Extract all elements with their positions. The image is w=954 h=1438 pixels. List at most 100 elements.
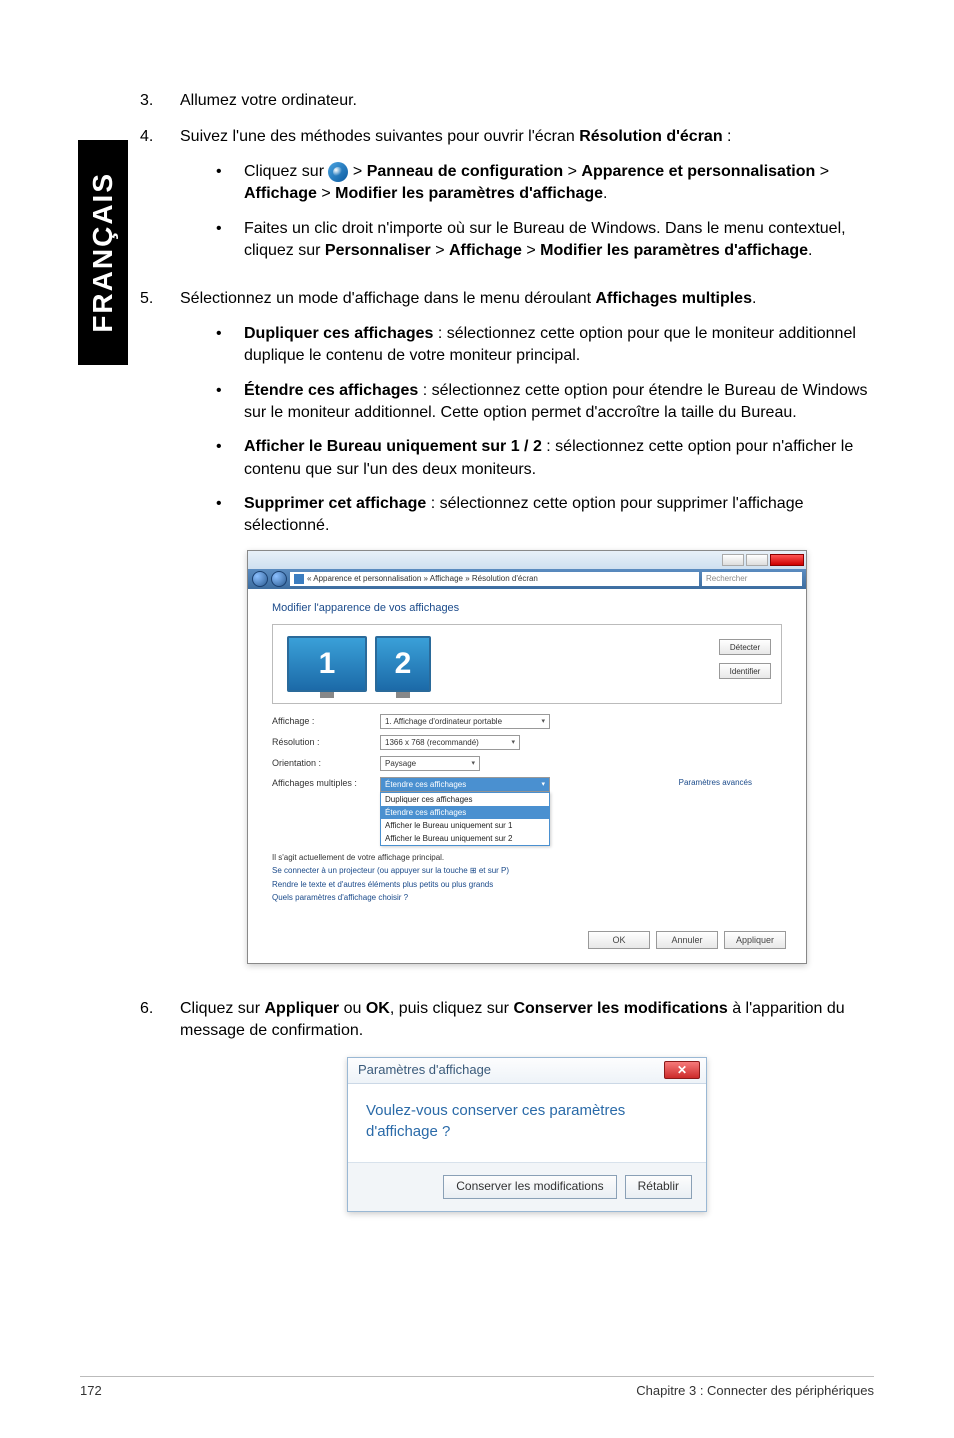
text: Apparence et personnalisation: [581, 163, 815, 180]
row-resolution: Résolution : 1366 x 768 (recommandé) ▾: [272, 735, 782, 750]
chevron-down-icon: ▾: [541, 717, 545, 727]
address-bar[interactable]: « Apparence et personnalisation » Affich…: [290, 572, 699, 586]
link-which[interactable]: Quels paramètres d'affichage choisir ?: [272, 892, 782, 903]
label: Afficher le Bureau uniquement sur 1: [385, 820, 512, 831]
text: >: [522, 242, 540, 259]
advanced-link[interactable]: Paramètres avancés: [679, 777, 752, 788]
dropdown-option[interactable]: Afficher le Bureau uniquement sur 1: [381, 819, 549, 832]
multiples-select[interactable]: Étendre ces affichages ▾: [380, 777, 550, 792]
label: Affichage :: [272, 715, 372, 728]
close-button[interactable]: [770, 554, 804, 566]
revert-button[interactable]: Rétablir: [625, 1175, 692, 1199]
monitor-preview: 1 2 Détecter Identifier: [272, 624, 782, 704]
current-display-note: Il s'agit actuellement de votre affichag…: [272, 852, 782, 863]
back-button[interactable]: [252, 571, 268, 587]
dropdown-option[interactable]: Afficher le Bureau uniquement sur 2: [381, 832, 549, 845]
text: >: [563, 163, 581, 180]
link-projector[interactable]: Se connecter à un projecteur (ou appuyer…: [272, 865, 782, 876]
step4-intro-bold: Résolution d'écran: [579, 128, 722, 145]
text: Conserver les modifications: [513, 1000, 727, 1017]
text: Cliquez sur: [180, 1000, 264, 1017]
text: Afficher le Bureau uniquement sur 1 / 2: [244, 438, 542, 455]
dialog-buttons: Conserver les modifications Rétablir: [348, 1163, 706, 1211]
window-titlebar: [248, 551, 806, 569]
step-number: 6.: [140, 998, 180, 1212]
ok-button[interactable]: OK: [588, 931, 650, 949]
step-3: 3. Allumez votre ordinateur.: [140, 90, 874, 112]
text: Affichages multiples: [596, 290, 752, 307]
page-footer: 172 Chapitre 3 : Connecter des périphéri…: [80, 1376, 874, 1398]
step-4: 4. Suivez l'une des méthodes suivantes p…: [140, 126, 874, 274]
text: >: [317, 185, 335, 202]
text: .: [752, 290, 756, 307]
chevron-down-icon: ▾: [541, 780, 545, 790]
label: Détecter: [730, 642, 760, 653]
text: Panneau de configuration: [367, 163, 563, 180]
monitor-number: 1: [319, 643, 336, 685]
text: Appliquer: [264, 1000, 339, 1017]
resolution-select[interactable]: 1366 x 768 (recommandé) ▾: [380, 735, 520, 750]
orientation-select[interactable]: Paysage▾: [380, 756, 480, 771]
chapter-title: Chapitre 3 : Connecter des périphériques: [636, 1383, 874, 1398]
link-textsize[interactable]: Rendre le texte et d'autres éléments plu…: [272, 879, 782, 890]
step-text: Allumez votre ordinateur.: [180, 90, 874, 112]
detect-button[interactable]: Détecter: [719, 639, 771, 655]
text: >: [348, 163, 366, 180]
identify-button[interactable]: Identifier: [719, 663, 771, 679]
language-tab-text: FRANÇAIS: [87, 172, 119, 333]
label: Conserver les modifications: [456, 1178, 603, 1195]
value: 1366 x 768 (recommandé): [385, 737, 479, 748]
text: ou: [339, 1000, 366, 1017]
text: >: [431, 242, 449, 259]
step-number: 4.: [140, 126, 180, 274]
dialog-title: Paramètres d'affichage: [358, 1061, 491, 1079]
text: Cliquez sur: [244, 163, 328, 180]
maximize-button[interactable]: [746, 554, 768, 566]
text: Sélectionnez un mode d'affichage dans le…: [180, 290, 596, 307]
forward-button[interactable]: [271, 571, 287, 587]
value: 1. Affichage d'ordinateur portable: [385, 716, 502, 727]
help-links: Se connecter à un projecteur (ou appuyer…: [272, 865, 782, 903]
monitor-1[interactable]: 1: [287, 636, 367, 692]
search-placeholder: Rechercher: [706, 573, 747, 584]
folder-icon: [294, 574, 304, 584]
affichage-select[interactable]: 1. Affichage d'ordinateur portable ▾: [380, 714, 550, 729]
multiples-dropdown: Dupliquer ces affichages Étendre ces aff…: [380, 792, 550, 846]
text: Personnaliser: [325, 242, 431, 259]
language-tab: FRANÇAIS: [78, 140, 128, 365]
chevron-down-icon: ▾: [511, 738, 515, 748]
monitor-2[interactable]: 2: [375, 636, 431, 692]
step4-bullet1: Cliquez sur > Panneau de configuration >…: [180, 161, 874, 206]
value: Étendre ces affichages: [385, 779, 466, 790]
step-5: 5. Sélectionnez un mode d'affichage dans…: [140, 288, 874, 984]
text: Modifier les paramètres d'affichage: [540, 242, 808, 259]
step4-intro-a: Suivez l'une des méthodes suivantes pour…: [180, 128, 579, 145]
label: OK: [612, 934, 625, 947]
dialog-message: Voulez-vous conserver ces paramètres d'a…: [348, 1084, 706, 1163]
label: Afficher le Bureau uniquement sur 2: [385, 833, 512, 844]
text: Modifier les paramètres d'affichage: [335, 185, 603, 202]
text: , puis cliquez sur: [390, 1000, 514, 1017]
minimize-button[interactable]: [722, 554, 744, 566]
explorer-navbar: « Apparence et personnalisation » Affich…: [248, 569, 806, 589]
label: Dupliquer ces affichages: [385, 794, 472, 805]
row-multiples: Affichages multiples : Étendre ces affic…: [272, 777, 782, 846]
panel-header: Modifier l'apparence de vos affichages: [272, 601, 782, 616]
keep-button[interactable]: Conserver les modifications: [443, 1175, 616, 1199]
search-input[interactable]: Rechercher: [702, 572, 802, 586]
text: Affichage: [449, 242, 522, 259]
text: Dupliquer ces affichages: [244, 325, 433, 342]
cancel-button[interactable]: Annuler: [656, 931, 718, 949]
windows-start-icon: [328, 162, 348, 182]
label: Appliquer: [736, 934, 774, 947]
dropdown-option[interactable]: Étendre ces affichages: [381, 806, 549, 819]
screenshot-display-settings: « Apparence et personnalisation » Affich…: [247, 550, 807, 964]
label: Résolution :: [272, 736, 372, 749]
label: Rétablir: [638, 1178, 679, 1195]
dropdown-option[interactable]: Dupliquer ces affichages: [381, 793, 549, 806]
chevron-down-icon: ▾: [471, 759, 475, 769]
close-button[interactable]: ✕: [664, 1061, 700, 1079]
step5-bullet3: Afficher le Bureau uniquement sur 1 / 2 …: [180, 436, 874, 481]
apply-button[interactable]: Appliquer: [724, 931, 786, 949]
dialog-footer: OK Annuler Appliquer: [248, 915, 806, 963]
